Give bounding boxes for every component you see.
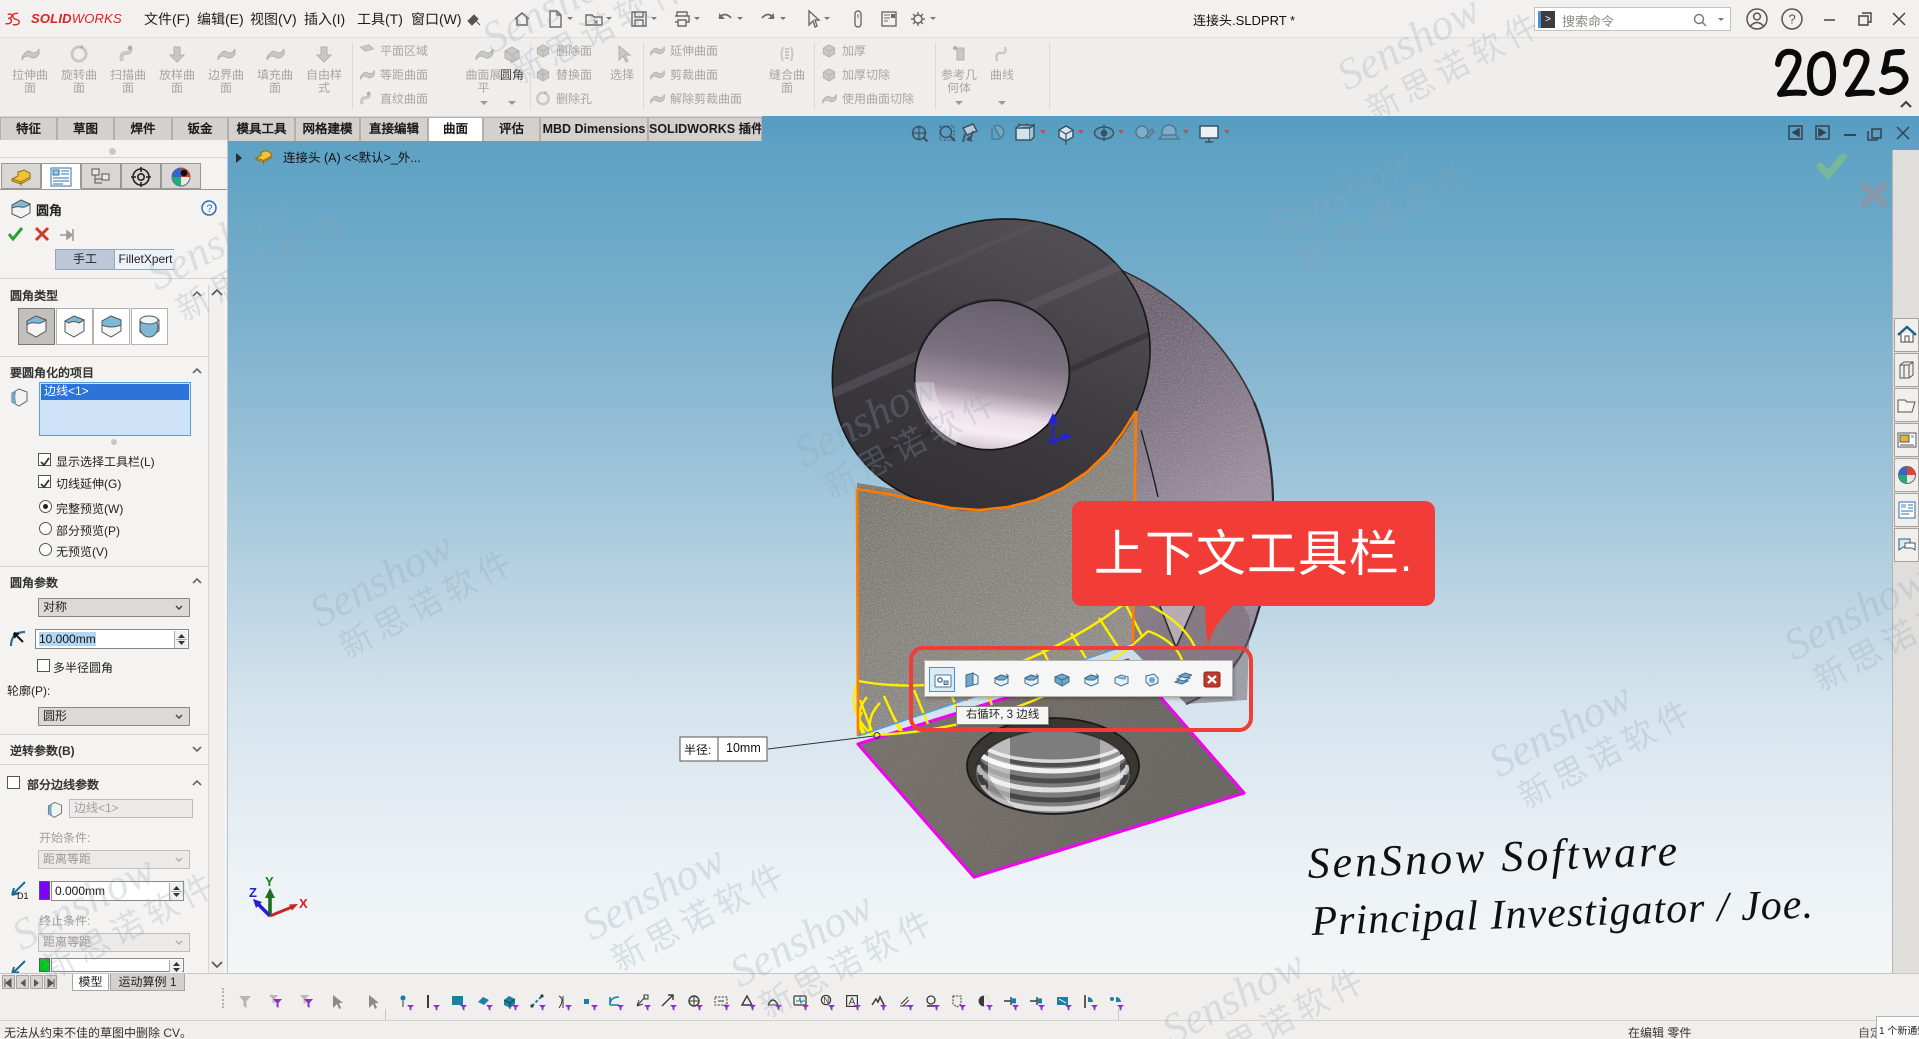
svg-text:D1: D1 [17, 891, 29, 901]
svg-text:Principal Investigator / Joe.: Principal Investigator / Joe. [1310, 881, 1815, 945]
svg-text:?: ? [206, 203, 212, 215]
svg-text:?: ? [1789, 12, 1796, 27]
svg-text:Y: Y [265, 874, 274, 889]
svg-text:X: X [299, 896, 308, 911]
svg-text:Z: Z [249, 885, 257, 900]
svg-text:A: A [849, 997, 856, 1008]
svg-text:SenSnow Software: SenSnow Software [1307, 830, 1681, 888]
svg-text:N: N [823, 996, 829, 1005]
